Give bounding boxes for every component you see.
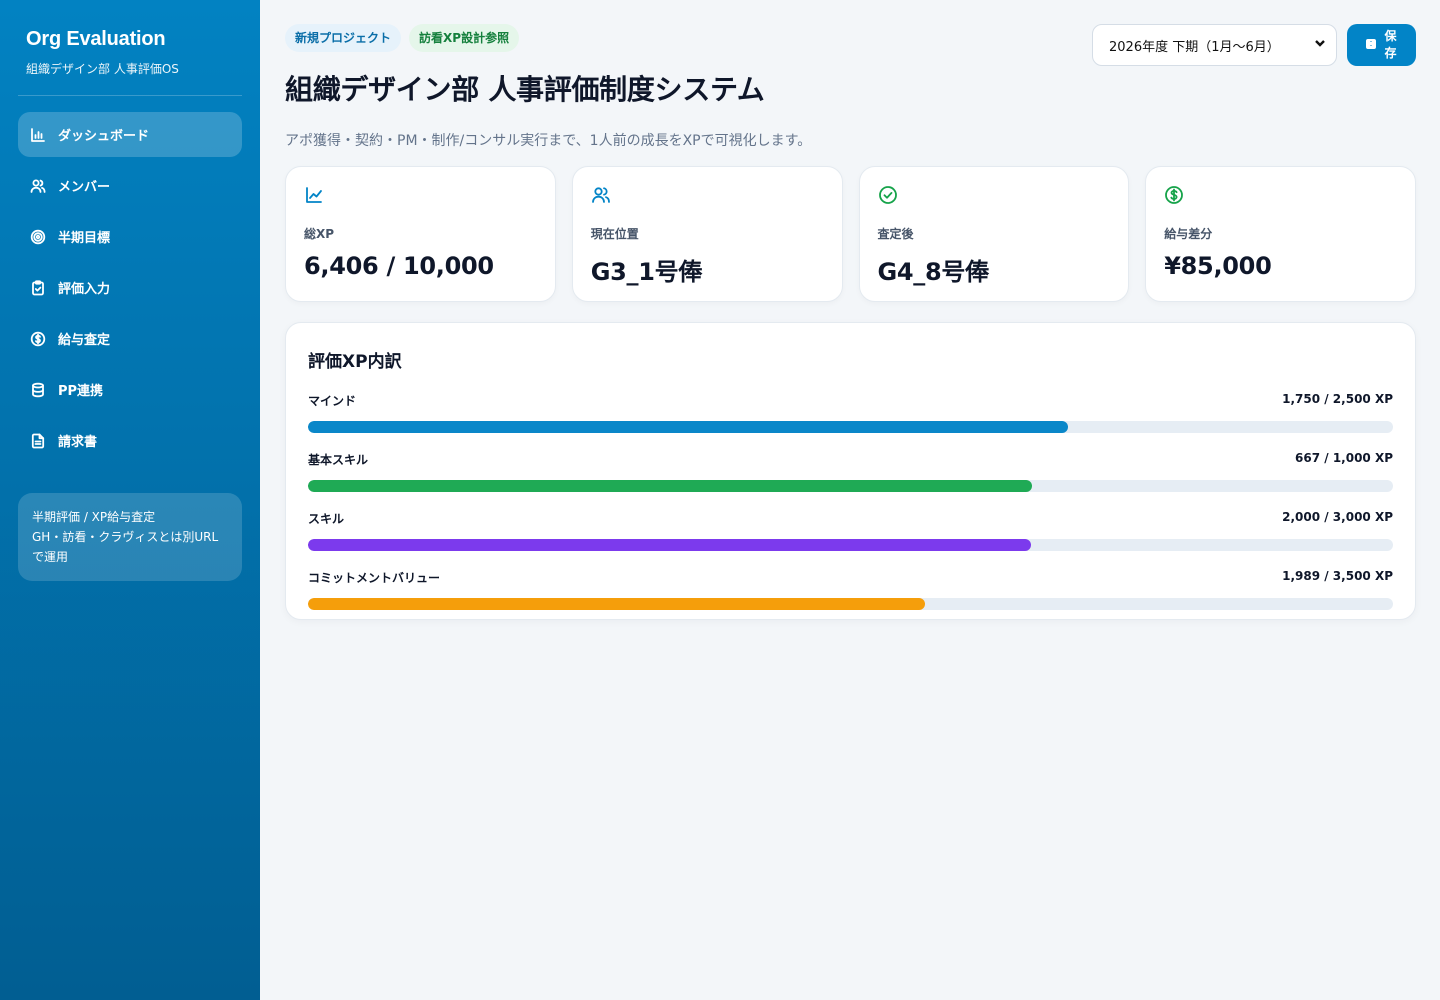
sidebar-item-label: PP連携: [58, 384, 104, 399]
stat-value: ¥85,000: [1164, 252, 1272, 280]
xp-progress-fill: [308, 539, 1032, 551]
target-icon: [30, 229, 46, 245]
xp-row-value: 667 / 1,000 XP: [1295, 451, 1393, 465]
sidebar-item-label: メンバー: [58, 180, 111, 195]
sidebar-item-label: 請求書: [58, 435, 98, 450]
save-button-label: 保存: [1384, 29, 1397, 60]
database-icon: [30, 382, 46, 398]
stat-card-salary-diff: 給与差分 ¥85,000: [1145, 166, 1416, 302]
sidebar-note-line1: 半期評価 / XP給与査定: [32, 510, 156, 524]
stat-value: G3_1号俸: [590, 258, 703, 286]
clipboard-icon: [30, 279, 46, 296]
tag-new-project: 新規プロジェクト: [285, 24, 402, 52]
check-circle-icon: [878, 185, 1111, 209]
bar-chart-icon: [30, 127, 46, 143]
xp-row-head: スキル 2,000 / 3,000 XP: [308, 510, 1393, 527]
stats-row: 総XP 6,406 / 10,000 現在位置 G3_1号俸 査定後 G4_8号…: [285, 166, 1416, 302]
xp-row: コミットメントバリュー 1,989 / 3,500 XP: [308, 569, 1393, 610]
line-chart-icon: [304, 185, 537, 209]
period-select-value: 2026年度 下期（1月〜6月）: [1109, 39, 1280, 55]
sidebar-item-label: 半期目標: [58, 231, 111, 246]
sidebar-item-pp-integration[interactable]: PP連携: [18, 367, 242, 412]
period-select[interactable]: 2026年度 下期（1月〜6月）: [1092, 24, 1337, 66]
stat-card-total-xp: 総XP 6,406 / 10,000: [285, 166, 556, 302]
sidebar-divider: [18, 95, 242, 96]
stat-label: 総XP: [304, 227, 335, 241]
save-icon: [1365, 38, 1376, 52]
sidebar-item-invoice[interactable]: 請求書: [18, 418, 242, 463]
dollar-circle-icon: [30, 331, 46, 347]
xp-progress-track: [308, 598, 1393, 610]
page-title: 組織デザイン部 人事評価制度システム: [285, 73, 765, 106]
xp-progress-fill: [308, 598, 925, 610]
xp-row: 基本スキル 667 / 1,000 XP: [308, 451, 1393, 492]
sidebar-item-members[interactable]: メンバー: [18, 163, 242, 208]
stat-label: 給与差分: [1164, 227, 1213, 241]
xp-row-label: 基本スキル: [308, 453, 369, 467]
xp-breakdown-title: 評価XP内訳: [308, 352, 402, 372]
xp-row-head: コミットメントバリュー 1,989 / 3,500 XP: [308, 569, 1393, 586]
sidebar-item-label: 評価入力: [58, 282, 111, 297]
xp-row-head: マインド 1,750 / 2,500 XP: [308, 392, 1393, 409]
brand-subtitle: 組織デザイン部 人事評価OS: [26, 62, 179, 76]
xp-row: マインド 1,750 / 2,500 XP: [308, 392, 1393, 433]
sidebar-item-label: 給与査定: [58, 333, 111, 348]
stat-card-current-position: 現在位置 G3_1号俸: [571, 166, 843, 302]
xp-row-value: 1,750 / 2,500 XP: [1282, 392, 1393, 406]
xp-row-label: コミットメントバリュー: [308, 571, 441, 585]
xp-progress-fill: [308, 480, 1032, 492]
xp-progress-track: [308, 539, 1393, 551]
header-actions: 2026年度 下期（1月〜6月） 保存: [1092, 24, 1416, 66]
stat-value: G4_8号俸: [877, 258, 990, 286]
sidebar-item-label: ダッシュボード: [58, 129, 150, 144]
dollar-circle-icon: [1164, 185, 1397, 209]
brand-title: Org Evaluation: [26, 28, 166, 50]
users-icon: [591, 185, 824, 209]
users-icon: [30, 178, 46, 194]
tag-xp-reference: 訪看XP設計参照: [409, 24, 520, 52]
xp-row-label: マインド: [308, 394, 357, 408]
stat-value: 6,406 / 10,000: [304, 252, 494, 280]
xp-progress-track: [308, 421, 1393, 433]
xp-row-head: 基本スキル 667 / 1,000 XP: [308, 451, 1393, 468]
chevron-down-icon: [1314, 37, 1326, 53]
sidebar-nav: ダッシュボード メンバー 半期目標 評価入力 給与査定 PP連携 請求書: [18, 112, 242, 463]
main-content: 新規プロジェクト 訪看XP設計参照 組織デザイン部 人事評価制度システム アポ獲…: [260, 0, 1440, 1000]
sidebar-item-dashboard[interactable]: ダッシュボード: [18, 112, 242, 157]
sidebar-note-line2: GH・訪看・クラヴィスとは別URLで運用: [32, 530, 219, 564]
xp-row-value: 1,989 / 3,500 XP: [1282, 569, 1393, 583]
stat-label: 現在位置: [590, 227, 639, 241]
xp-breakdown-card: 評価XP内訳 マインド 1,750 / 2,500 XP 基本スキル 667 / 1,…: [285, 322, 1416, 620]
sidebar-item-salary[interactable]: 給与査定: [18, 316, 242, 361]
xp-breakdown-list: マインド 1,750 / 2,500 XP 基本スキル 667 / 1,000 XP ス…: [308, 392, 1393, 610]
xp-row-value: 2,000 / 3,000 XP: [1282, 510, 1393, 524]
stat-label: 査定後: [877, 227, 914, 241]
sidebar: Org Evaluation 組織デザイン部 人事評価OS ダッシュボード メン…: [0, 0, 260, 1000]
xp-progress-fill: [308, 421, 1068, 433]
xp-progress-track: [308, 480, 1393, 492]
save-button[interactable]: 保存: [1347, 24, 1416, 66]
stat-card-after-assessment: 査定後 G4_8号俸: [858, 166, 1130, 302]
page-description: アポ獲得・契約・PM・制作/コンサル実行まで、1人前の成長をXPで可視化します。: [285, 133, 812, 149]
sidebar-note: 半期評価 / XP給与査定 GH・訪看・クラヴィスとは別URLで運用: [18, 493, 242, 581]
xp-row-label: スキル: [308, 512, 345, 526]
sidebar-item-evaluation[interactable]: 評価入力: [18, 265, 242, 310]
xp-row: スキル 2,000 / 3,000 XP: [308, 510, 1393, 551]
sidebar-item-goals[interactable]: 半期目標: [18, 214, 242, 259]
document-icon: [30, 433, 46, 449]
